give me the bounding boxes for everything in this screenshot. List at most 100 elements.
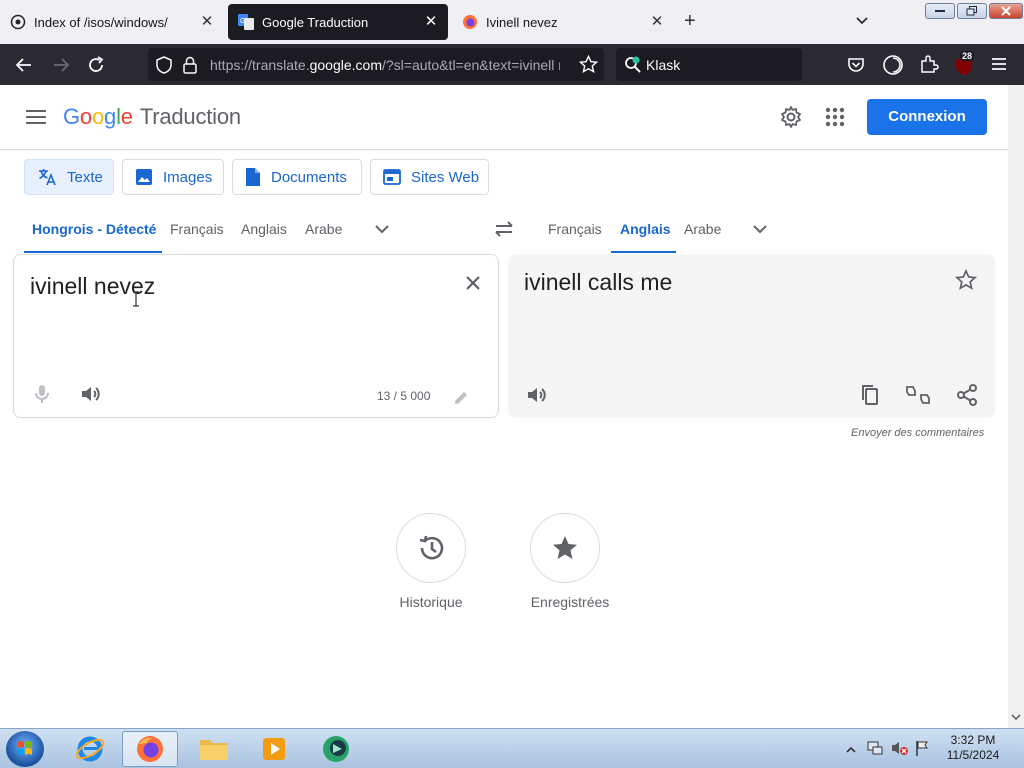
rate-translation-feedback-icon[interactable]: [905, 383, 930, 407]
edit-pencil-icon[interactable]: [452, 389, 476, 413]
list-all-tabs-icon[interactable]: [854, 12, 870, 33]
windows-taskbar: 3:32 PM 11/5/2024: [0, 728, 1024, 768]
source-lang-english[interactable]: Anglais: [241, 221, 287, 237]
green-app-icon: [323, 736, 349, 762]
taskbar-app-green[interactable]: [308, 731, 364, 767]
clock[interactable]: 3:32 PM 11/5/2024: [942, 733, 1004, 763]
tab-index-isos[interactable]: Index of /isos/windows/ ✕: [0, 4, 224, 40]
scroll-down-icon[interactable]: [1011, 708, 1021, 726]
translate-icon: [39, 169, 56, 186]
translated-text[interactable]: ivinell calls me: [524, 269, 672, 296]
taskbar-internet-explorer[interactable]: [62, 731, 118, 767]
target-lang-selected-indicator: [611, 251, 676, 253]
google-translate-header: Google Traduction Connexion: [0, 85, 1008, 150]
more-target-languages-chevron-down-icon[interactable]: [752, 222, 768, 241]
clock-time: 3:32 PM: [950, 733, 996, 747]
volume-muted-icon[interactable]: [890, 739, 910, 762]
mode-label: Sites Web: [411, 168, 480, 186]
mode-documents-button[interactable]: Documents: [232, 159, 362, 195]
tracking-protection-shield-icon[interactable]: [156, 56, 172, 79]
document-icon: [246, 168, 260, 186]
listen-source-speaker-icon[interactable]: [78, 382, 102, 406]
share-icon[interactable]: [955, 383, 979, 407]
target-lang-french[interactable]: Français: [548, 221, 602, 237]
reload-icon[interactable]: [85, 54, 107, 76]
back-arrow-icon[interactable]: [13, 54, 35, 76]
source-text-area[interactable]: ivinell nevez 13 / 5 000: [13, 254, 499, 418]
close-tab-icon[interactable]: ✕: [648, 13, 666, 31]
page-scrollbar[interactable]: [1008, 85, 1024, 728]
sign-in-button[interactable]: Connexion: [867, 99, 987, 135]
mode-label: Documents: [271, 168, 347, 186]
taskbar-firefox[interactable]: [122, 731, 178, 767]
address-bar[interactable]: https://translate.google.com/?sl=auto&tl…: [148, 48, 604, 81]
tab-ivinell-nevez[interactable]: Ivinell nevez ✕: [452, 4, 674, 40]
main-menu-icon[interactable]: [26, 109, 46, 130]
folder-icon: [200, 740, 228, 760]
source-lang-french[interactable]: Français: [170, 221, 224, 237]
text-cursor-icon: [132, 291, 140, 312]
target-lang-english[interactable]: Anglais: [620, 221, 671, 237]
save-translation-star-icon[interactable]: [954, 268, 979, 293]
browser-tab-strip: Index of /isos/windows/ ✕ G Google Tradu…: [0, 0, 1024, 44]
clear-source-close-icon[interactable]: [461, 271, 485, 295]
windows-logo-icon: [18, 741, 32, 755]
tab-title: Google Traduction: [262, 14, 369, 30]
settings-gear-icon[interactable]: [779, 105, 803, 129]
taskbar-media-player[interactable]: [246, 731, 302, 767]
source-lang-arabic[interactable]: Arabe: [305, 221, 342, 237]
search-engine-icon: [624, 56, 642, 79]
close-tab-icon[interactable]: ✕: [422, 13, 440, 31]
more-source-languages-chevron-down-icon[interactable]: [374, 222, 390, 241]
target-lang-arabic[interactable]: Arabe: [684, 221, 721, 237]
website-icon: [383, 169, 401, 185]
saved-label[interactable]: Enregistrées: [515, 594, 625, 610]
mode-websites-button[interactable]: Sites Web: [370, 159, 489, 195]
search-bar[interactable]: Klask: [616, 48, 802, 81]
source-lang-selected-indicator: [24, 251, 162, 253]
google-translate-logo[interactable]: Google Traduction: [63, 104, 241, 130]
send-feedback-link[interactable]: Envoyer des commentaires: [851, 427, 984, 439]
tab-google-traduction[interactable]: G Google Traduction ✕: [228, 4, 448, 40]
tab-title: Index of /isos/windows/: [34, 14, 168, 30]
network-icon[interactable]: [866, 739, 884, 762]
mode-images-button[interactable]: Images: [122, 159, 224, 195]
listen-translation-speaker-icon[interactable]: [524, 383, 548, 407]
pocket-icon[interactable]: [846, 55, 866, 80]
tab-title: Ivinell nevez: [486, 14, 558, 30]
padlock-icon[interactable]: [183, 56, 197, 79]
history-label[interactable]: Historique: [381, 594, 481, 610]
logo-letter: e: [120, 104, 133, 129]
character-count: 13 / 5 000: [377, 389, 431, 403]
swap-languages-icon[interactable]: [493, 219, 515, 244]
close-tab-icon[interactable]: ✕: [198, 13, 216, 31]
ublock-blocked-count-badge: 28: [960, 51, 975, 61]
start-button[interactable]: [6, 731, 44, 767]
google-apps-grid-icon[interactable]: [823, 105, 847, 129]
extensions-puzzle-icon[interactable]: [919, 54, 939, 79]
show-hidden-icons-chevron-up-icon[interactable]: [846, 741, 856, 759]
source-lang-detected[interactable]: Hongrois - Détecté: [32, 221, 156, 237]
microphone-icon[interactable]: [30, 382, 54, 406]
mode-text-button[interactable]: Texte: [24, 159, 114, 195]
bookmark-star-icon[interactable]: [578, 54, 599, 79]
forward-arrow-icon[interactable]: [50, 54, 72, 76]
internet-explorer-icon: [75, 736, 105, 762]
logo-letter: G: [63, 104, 80, 129]
hamburger-menu-icon[interactable]: [991, 57, 1007, 76]
minimize-window-icon[interactable]: [925, 3, 955, 19]
close-window-icon[interactable]: [989, 3, 1023, 19]
new-tab-icon[interactable]: +: [684, 10, 696, 32]
action-center-flag-icon[interactable]: [914, 739, 930, 762]
account-circle-icon[interactable]: [882, 54, 904, 81]
firefox-icon: [137, 736, 163, 762]
restore-window-icon[interactable]: [957, 3, 987, 19]
copy-translation-icon[interactable]: [858, 383, 882, 407]
clock-date: 11/5/2024: [946, 748, 1000, 762]
saved-button[interactable]: [530, 513, 600, 583]
taskbar-file-explorer[interactable]: [186, 731, 242, 767]
search-engine-label: Klask: [646, 57, 681, 73]
logo-letter: o: [91, 104, 105, 129]
history-clock-icon: [419, 535, 444, 560]
history-button[interactable]: [396, 513, 466, 583]
